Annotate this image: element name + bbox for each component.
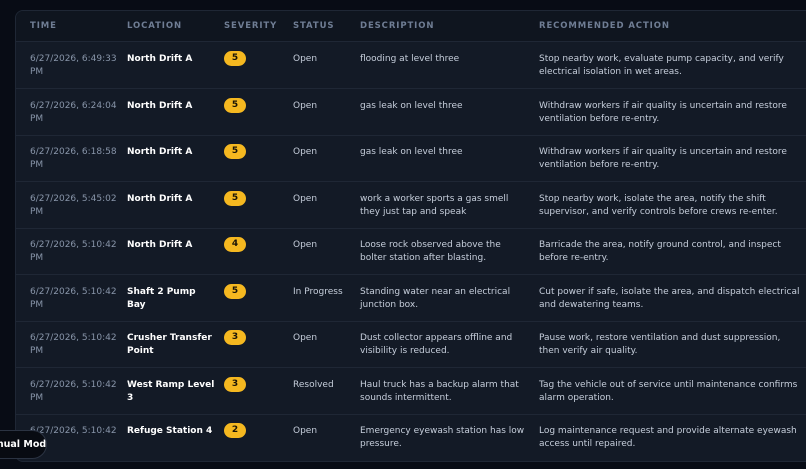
location-cell: North Drift A [127, 240, 193, 250]
status-cell: Open [293, 54, 318, 64]
col-header-description[interactable]: DESCRIPTION [360, 21, 434, 31]
status-cell: In Progress [293, 287, 343, 297]
col-header-status[interactable]: STATUS [293, 21, 334, 31]
location-cell: North Drift A [127, 194, 193, 204]
severity-badge: 5 [224, 284, 246, 299]
app-stage: TIME LOCATION SEVERITY STATUS DESCRIPTIO… [0, 0, 806, 469]
severity-cell: 5 [224, 98, 246, 113]
severity-cell: 5 [224, 144, 246, 159]
action-cell: Barricade the area, notify ground contro… [539, 240, 781, 263]
severity-badge: 5 [224, 98, 246, 113]
status-cell: Open [293, 101, 318, 111]
description-cell: gas leak on level three [360, 101, 463, 111]
col-header-action[interactable]: RECOMMENDED ACTION [539, 21, 670, 31]
status-cell: Open [293, 147, 318, 157]
action-cell: Pause work, restore ventilation and dust… [539, 333, 781, 356]
location-cell: North Drift A [127, 101, 193, 111]
severity-badge: 3 [224, 377, 246, 392]
location-cell: Crusher Transfer Point [127, 333, 212, 356]
action-cell: Withdraw workers if air quality is uncer… [539, 101, 787, 124]
severity-cell: 5 [224, 284, 246, 299]
table-row[interactable]: 6/27/2026, 6:24:04 PM North Drift A 5 Op… [16, 89, 806, 136]
action-cell: Stop nearby work, evaluate pump capacity… [539, 54, 784, 77]
status-cell: Resolved [293, 380, 334, 390]
severity-cell: 5 [224, 191, 246, 206]
description-cell: gas leak on level three [360, 147, 463, 157]
col-header-time[interactable]: TIME [30, 21, 57, 31]
action-cell: Withdraw workers if air quality is uncer… [539, 147, 787, 170]
severity-badge: 3 [224, 330, 246, 345]
table-row[interactable]: 6/27/2026, 6:49:33 PM North Drift A 5 Op… [16, 42, 806, 89]
description-cell: Standing water near an electrical juncti… [360, 287, 511, 310]
description-cell: flooding at level three [360, 54, 460, 64]
status-cell: Open [293, 333, 318, 343]
time-cell: 6/27/2026, 6:24:04 PM [30, 101, 117, 124]
incident-table: TIME LOCATION SEVERITY STATUS DESCRIPTIO… [15, 10, 806, 462]
status-cell: Open [293, 426, 318, 436]
table-row[interactable]: 6/27/2026, 5:10:42 PM North Drift A 4 Op… [16, 228, 806, 275]
description-cell: Haul truck has a backup alarm that sound… [360, 380, 519, 403]
severity-badge: 5 [224, 144, 246, 159]
col-header-severity[interactable]: SEVERITY [224, 21, 277, 31]
table-header: TIME LOCATION SEVERITY STATUS DESCRIPTIO… [16, 11, 806, 42]
status-cell: Open [293, 240, 318, 250]
location-cell: North Drift A [127, 54, 193, 64]
table-row[interactable]: 6/27/2026, 5:10:42 PM West Ramp Level 3 … [16, 368, 806, 415]
description-cell: Loose rock observed above the bolter sta… [360, 240, 501, 263]
location-cell: North Drift A [127, 147, 193, 157]
location-cell: West Ramp Level 3 [127, 380, 215, 403]
severity-badge: 2 [224, 423, 246, 438]
severity-cell: 5 [224, 51, 246, 66]
severity-cell: 3 [224, 330, 246, 345]
time-cell: 6/27/2026, 5:10:42 PM [30, 240, 117, 263]
severity-badge: 5 [224, 51, 246, 66]
col-header-location[interactable]: LOCATION [127, 21, 182, 31]
description-cell: Dust collector appears offline and visib… [360, 333, 513, 356]
time-cell: 6/27/2026, 5:10:42 PM [30, 333, 117, 356]
description-cell: Emergency eyewash station has low pressu… [360, 426, 525, 449]
severity-cell: 3 [224, 377, 246, 392]
action-cell: Tag the vehicle out of service until mai… [539, 380, 798, 403]
severity-badge: 4 [224, 237, 246, 252]
action-cell: Stop nearby work, isolate the area, noti… [539, 194, 778, 217]
severity-cell: 4 [224, 237, 246, 252]
table-row[interactable]: 6/27/2026, 6:18:58 PM North Drift A 5 Op… [16, 135, 806, 182]
table-row[interactable]: 6/27/2026, 5:45:02 PM North Drift A 5 Op… [16, 182, 806, 229]
action-cell: Cut power if safe, isolate the area, and… [539, 287, 800, 310]
time-cell: 6/27/2026, 5:10:42 PM [30, 287, 117, 310]
status-cell: Open [293, 194, 318, 204]
manual-mode-toggle[interactable]: Manual Mode [0, 430, 47, 459]
severity-badge: 5 [224, 191, 246, 206]
severity-cell: 2 [224, 423, 246, 438]
description-cell: work a worker sports a gas smell they ju… [360, 194, 509, 217]
location-cell: Shaft 2 Pump Bay [127, 287, 196, 310]
time-cell: 6/27/2026, 6:18:58 PM [30, 147, 117, 170]
time-cell: 6/27/2026, 5:45:02 PM [30, 194, 117, 217]
table-row[interactable]: 6/27/2026, 5:10:42 PM Refuge Station 4 2… [16, 414, 806, 460]
action-cell: Log maintenance request and provide alte… [539, 426, 797, 449]
table-row[interactable]: 6/27/2026, 5:10:42 PM Crusher Transfer P… [16, 321, 806, 368]
table-row[interactable]: 6/27/2026, 5:10:42 PM Shaft 2 Pump Bay 5… [16, 275, 806, 322]
location-cell: Refuge Station 4 [127, 426, 213, 436]
time-cell: 6/27/2026, 6:49:33 PM [30, 54, 117, 77]
time-cell: 6/27/2026, 5:10:42 PM [30, 380, 117, 403]
